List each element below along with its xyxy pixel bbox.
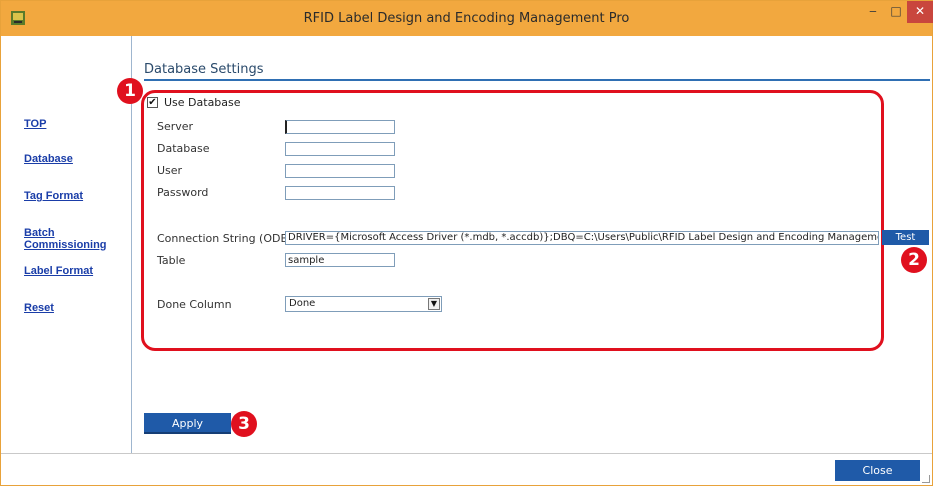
user-label: User [157,164,183,177]
done-column-value: Done [289,298,316,309]
done-column-label: Done Column [157,298,232,311]
minimize-button[interactable]: ‒ [861,1,885,23]
close-window-button[interactable]: ✕ [907,1,933,23]
resize-grip-icon[interactable] [922,475,930,483]
table-label: Table [157,254,186,267]
page-title: Database Settings [144,62,264,77]
password-input[interactable] [285,186,395,200]
app-window: RFID Label Design and Encoding Managemen… [0,0,933,486]
use-database-checkbox[interactable]: ✔ [147,97,158,108]
sidebar-item-database[interactable]: Database [24,153,73,165]
use-database-label: Use Database [164,96,241,109]
title-divider [144,79,930,81]
annotation-marker-3: 3 [231,411,257,437]
sidebar-item-reset[interactable]: Reset [24,302,54,314]
done-column-select[interactable]: Done ▼ [285,296,442,312]
test-button[interactable]: Test [882,230,929,245]
window-title: RFID Label Design and Encoding Managemen… [303,11,630,26]
sidebar-item-label-format[interactable]: Label Format [24,265,93,277]
database-label: Database [157,142,210,155]
server-input[interactable] [285,120,395,134]
sidebar: TOP Database Tag Format Batch Commission… [1,36,132,453]
user-input[interactable] [285,164,395,178]
apply-button[interactable]: Apply [144,413,231,434]
use-database-row[interactable]: ✔ Use Database [147,96,241,109]
maximize-button[interactable]: □ [885,1,907,23]
server-label: Server [157,120,194,133]
settings-highlight-box [141,90,884,351]
password-label: Password [157,186,209,199]
chevron-down-icon[interactable]: ▼ [428,298,440,310]
connection-string-input[interactable]: DRIVER={Microsoft Access Driver (*.mdb, … [285,231,879,245]
connection-string-label: Connection String (ODBC) [157,232,300,245]
annotation-marker-1: 1 [117,78,143,104]
footer-divider [1,453,932,454]
sidebar-item-tag-format[interactable]: Tag Format [24,190,83,202]
title-bar[interactable]: RFID Label Design and Encoding Managemen… [1,1,933,36]
annotation-marker-2: 2 [901,247,927,273]
table-input[interactable] [285,253,395,267]
database-input[interactable] [285,142,395,156]
close-button[interactable]: Close [835,460,920,481]
sidebar-item-batch-commissioning[interactable]: Batch Commissioning [24,227,131,251]
sidebar-item-top[interactable]: TOP [24,118,46,130]
